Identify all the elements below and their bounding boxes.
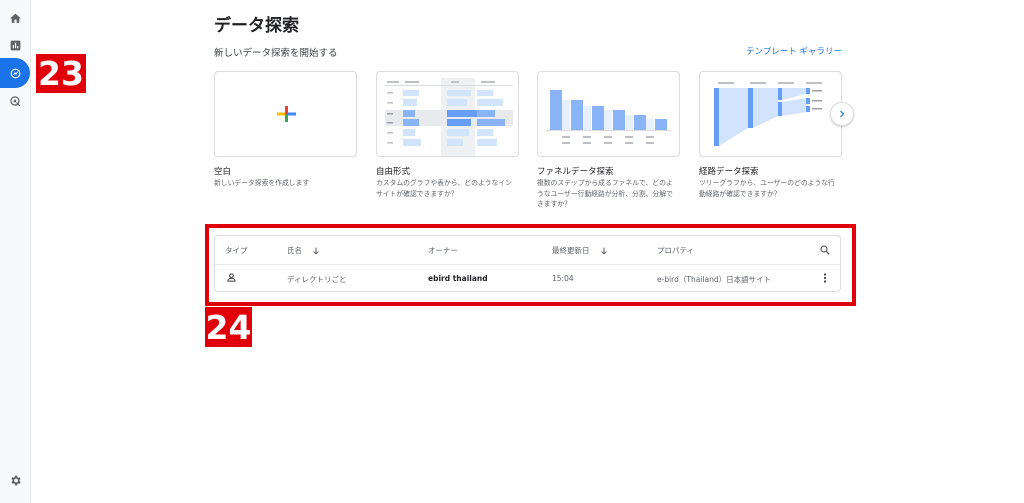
- template-title-freeform: 自由形式: [376, 167, 411, 177]
- template-title-path: 経路データ探索: [699, 167, 759, 177]
- column-header-modified-label: 最終更新日: [552, 246, 590, 255]
- path-preview: [714, 82, 822, 146]
- section-title: 新しいデータ探索を開始する: [214, 48, 338, 59]
- template-title-funnel: ファネルデータ探索: [537, 167, 614, 177]
- advertising-icon: [10, 95, 21, 106]
- column-header-modified[interactable]: 最終更新日: [552, 245, 609, 256]
- template-desc-blank: 新しいデータ探索を作成します: [214, 179, 310, 187]
- left-nav-rail: [0, 0, 31, 503]
- settings-nav-item[interactable]: [0, 469, 31, 491]
- template-gallery-link[interactable]: テンプレート ギャラリー: [746, 45, 842, 57]
- explore-nav-item[interactable]: [0, 58, 31, 88]
- column-header-property-label: プロパティ: [657, 246, 695, 255]
- column-header-type-label: タイプ: [225, 246, 248, 255]
- column-header-name[interactable]: 氏名: [287, 245, 321, 256]
- column-header-type[interactable]: タイプ: [225, 245, 248, 256]
- gear-icon: [11, 475, 21, 485]
- reports-nav-item[interactable]: [0, 34, 31, 56]
- annotation-marker-23: 23: [36, 54, 86, 93]
- explore-icon: [10, 68, 21, 78]
- sort-arrow-down-icon: [313, 247, 319, 255]
- template-title-blank: 空白: [214, 167, 232, 177]
- chevron-right-icon: [840, 110, 845, 118]
- advertising-nav-item[interactable]: [0, 90, 31, 112]
- template-card-blank[interactable]: [214, 71, 357, 157]
- column-header-name-label: 氏名: [287, 246, 302, 255]
- row-owner-cell: ebird thailand: [428, 274, 488, 283]
- home-icon: [10, 13, 21, 23]
- plus-icon: [277, 106, 296, 122]
- template-card-freeform[interactable]: [376, 71, 519, 157]
- template-card-path[interactable]: [699, 71, 842, 157]
- table-header-divider: [215, 264, 840, 265]
- home-nav-item[interactable]: [0, 7, 31, 29]
- search-icon[interactable]: [819, 244, 831, 256]
- column-header-owner-label: オーナー: [428, 246, 458, 255]
- column-header-owner[interactable]: オーナー: [428, 245, 458, 256]
- row-property-cell: e-bird（Thailand）日本語サイト: [657, 275, 772, 284]
- freeform-preview: [377, 72, 518, 156]
- template-desc-path: ツリーグラフから、ユーザーのどのような行動経路が確認できますか？: [699, 179, 835, 198]
- column-header-property[interactable]: プロパティ: [657, 245, 694, 256]
- page-title: データ探索: [214, 16, 299, 36]
- next-templates-button[interactable]: [830, 102, 854, 126]
- template-desc-funnel: 複数のステップから成るファネルで、どのようなユーザー行動経路が分析、分割、分解で…: [537, 179, 673, 208]
- template-desc-freeform: カスタムのグラフや表から、どのようなインサイトが確認できますか？: [376, 179, 512, 198]
- row-name-cell[interactable]: ディレクトリごと: [287, 274, 346, 285]
- more-vert-icon[interactable]: [819, 272, 831, 284]
- sort-arrow-down-icon: [600, 247, 607, 255]
- explorations-table: タイプ 氏名 オーナー 最終更新日 プロパティ ディレクトリごと ebird t…: [214, 235, 841, 292]
- template-card-funnel[interactable]: [537, 71, 680, 157]
- row-modified-cell: 15:04: [552, 274, 574, 283]
- person-icon: [227, 273, 236, 282]
- annotation-marker-24: 24: [205, 307, 252, 347]
- funnel-preview: [546, 90, 671, 144]
- reports-icon: [10, 40, 21, 50]
